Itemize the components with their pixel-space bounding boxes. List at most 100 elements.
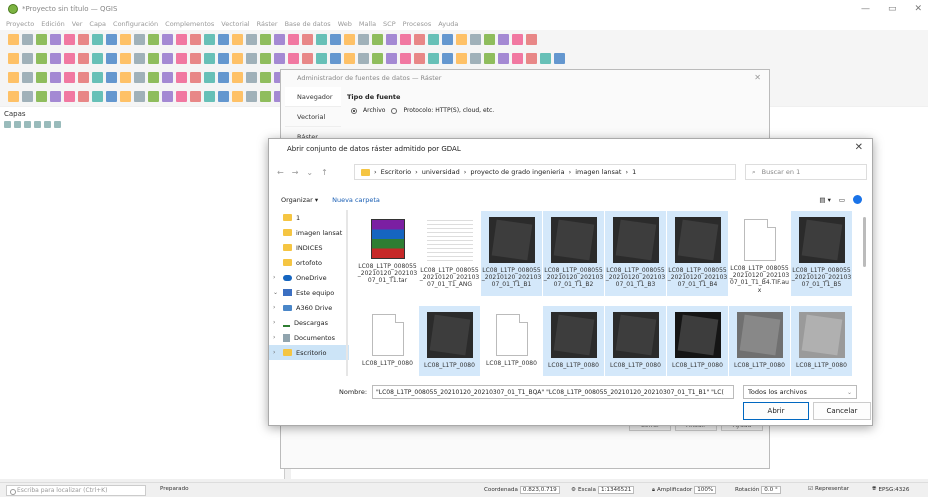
toolbar-tool-icon[interactable] <box>260 91 271 102</box>
toolbar-tool-icon[interactable] <box>414 34 425 45</box>
toolbar-tool-icon[interactable] <box>134 53 145 64</box>
toolbar-tool-icon[interactable] <box>414 53 425 64</box>
toolbar-tool-icon[interactable] <box>386 34 397 45</box>
chevron-icon[interactable]: › <box>273 319 275 326</box>
toolbar-tool-icon[interactable] <box>246 91 257 102</box>
expand-icon[interactable] <box>34 121 41 128</box>
menu-capa[interactable]: Capa <box>89 20 106 28</box>
toolbar-tool-icon[interactable] <box>232 72 243 83</box>
crs-widget[interactable]: 🌐︎ EPSG:4326 <box>872 486 909 493</box>
open-button[interactable]: Abrir <box>743 402 809 420</box>
preview-pane-icon[interactable]: ▭ <box>839 196 845 204</box>
toolbar-tool-icon[interactable] <box>162 53 173 64</box>
file-item[interactable]: LC08_L1TP_008055_20210120_20210307_01_T1… <box>543 211 604 296</box>
toolbar-tool-icon[interactable] <box>162 72 173 83</box>
toolbar-tool-icon[interactable] <box>246 34 257 45</box>
breadcrumb-item[interactable]: 1 <box>632 168 636 176</box>
dropdown-chevron-icon[interactable]: ⌄ <box>306 168 313 177</box>
toolbar-tool-icon[interactable] <box>148 34 159 45</box>
toolbar-tool-icon[interactable] <box>540 53 551 64</box>
toolbar-tool-icon[interactable] <box>344 53 355 64</box>
toolbar-tool-icon[interactable] <box>372 34 383 45</box>
lock-icon[interactable]: 🔒︎ <box>652 487 655 494</box>
toolbar-tool-icon[interactable] <box>260 34 271 45</box>
toolbar-tool-icon[interactable] <box>50 72 61 83</box>
toolbar-tool-icon[interactable] <box>22 91 33 102</box>
toolbar-tool-icon[interactable] <box>386 53 397 64</box>
toolbar-tool-icon[interactable] <box>302 53 313 64</box>
menu-scp[interactable]: SCP <box>383 20 396 28</box>
toolbar-tool-icon[interactable] <box>470 53 481 64</box>
help-icon[interactable] <box>853 195 862 204</box>
toolbar-tool-icon[interactable] <box>442 53 453 64</box>
toolbar-tool-icon[interactable] <box>526 53 537 64</box>
tree-item[interactable]: › Escritorio <box>269 345 349 360</box>
toolbar-tool-icon[interactable] <box>50 53 61 64</box>
file-radio[interactable] <box>351 107 357 114</box>
toolbar-tool-icon[interactable] <box>64 72 75 83</box>
toolbar-tool-icon[interactable] <box>106 72 117 83</box>
toolbar-tool-icon[interactable] <box>134 34 145 45</box>
chevron-icon[interactable]: › <box>273 334 275 341</box>
toolbar-tool-icon[interactable] <box>78 34 89 45</box>
menu-procesos[interactable]: Procesos <box>403 20 432 28</box>
remove-layer-icon[interactable] <box>54 121 61 128</box>
toolbar-tool-icon[interactable] <box>92 72 103 83</box>
toolbar-tool-icon[interactable] <box>50 34 61 45</box>
filter-icon[interactable] <box>24 121 31 128</box>
toolbar-tool-icon[interactable] <box>120 53 131 64</box>
toolbar-tool-icon[interactable] <box>512 53 523 64</box>
tree-item[interactable]: 1 <box>269 210 349 225</box>
toolbar-tool-icon[interactable] <box>442 34 453 45</box>
toolbar-tool-icon[interactable] <box>36 72 47 83</box>
toolbar-tool-icon[interactable] <box>190 91 201 102</box>
toolbar-tool-icon[interactable] <box>106 34 117 45</box>
toolbar-tool-icon[interactable] <box>274 34 285 45</box>
menu-complementos[interactable]: Complementos <box>165 20 214 28</box>
file-item[interactable]: LC08_L1TP_008055_20210120_20210307_01_T1… <box>667 211 728 296</box>
toolbar-tool-icon[interactable] <box>92 91 103 102</box>
tree-item[interactable]: › Documentos <box>269 330 349 345</box>
menu-ver[interactable]: Ver <box>72 20 83 28</box>
breadcrumb[interactable]: › Escritorio › universidad › proyecto de grad… <box>354 164 736 180</box>
tree-item[interactable]: ⌄ Este equipo <box>269 285 349 300</box>
toolbar-tool-icon[interactable] <box>470 34 481 45</box>
toolbar-tool-icon[interactable] <box>344 34 355 45</box>
toolbar-tool-icon[interactable] <box>260 72 271 83</box>
toolbar-tool-icon[interactable] <box>162 91 173 102</box>
toolbar-tool-icon[interactable] <box>498 34 509 45</box>
organize-button[interactable]: Organizar ▾ <box>281 196 318 204</box>
toolbar-tool-icon[interactable] <box>176 91 187 102</box>
toolbar-tool-icon[interactable] <box>64 34 75 45</box>
menu-ayuda[interactable]: Ayuda <box>438 20 458 28</box>
chevron-icon[interactable]: ⌄ <box>273 289 278 296</box>
forward-arrow-icon[interactable]: → <box>292 168 299 177</box>
file-item[interactable]: LC08_L1TP_0080 <box>667 306 728 376</box>
tree-item[interactable]: › Descargas <box>269 315 349 330</box>
locator-search-input[interactable]: Escriba para localizar (Ctrl+K) <box>6 485 146 496</box>
menu-proyecto[interactable]: Proyecto <box>6 20 34 28</box>
file-item[interactable]: LC08_L1TP_008055_20210120_20210307_01_T1… <box>605 211 666 296</box>
file-item[interactable]: LC08_L1TP_0080 <box>543 306 604 376</box>
menu-malla[interactable]: Malla <box>359 20 376 28</box>
toolbar-tool-icon[interactable] <box>36 53 47 64</box>
toolbar-tool-icon[interactable] <box>456 53 467 64</box>
toolbar-tool-icon[interactable] <box>218 91 229 102</box>
toolbar-tool-icon[interactable] <box>64 53 75 64</box>
toolbar-tool-icon[interactable] <box>288 34 299 45</box>
dialog-close-icon[interactable]: ✕ <box>855 142 863 153</box>
toolbar-tool-icon[interactable] <box>372 53 383 64</box>
toolbar-tool-icon[interactable] <box>176 53 187 64</box>
collapse-icon[interactable] <box>44 121 51 128</box>
toolbar-tool-icon[interactable] <box>120 34 131 45</box>
toolbar-tool-icon[interactable] <box>176 72 187 83</box>
breadcrumb-item[interactable]: universidad <box>422 168 460 176</box>
file-item[interactable]: LC08_L1TP_0080 <box>419 306 480 376</box>
toolbar-tool-icon[interactable] <box>148 91 159 102</box>
scale-value[interactable]: 1:1346521 <box>597 486 635 494</box>
toolbar-tool-icon[interactable] <box>120 72 131 83</box>
toolbar-tool-icon[interactable] <box>358 34 369 45</box>
toolbar-tool-icon[interactable] <box>92 34 103 45</box>
toolbar-tool-icon[interactable] <box>232 91 243 102</box>
toolbar-tool-icon[interactable] <box>498 53 509 64</box>
